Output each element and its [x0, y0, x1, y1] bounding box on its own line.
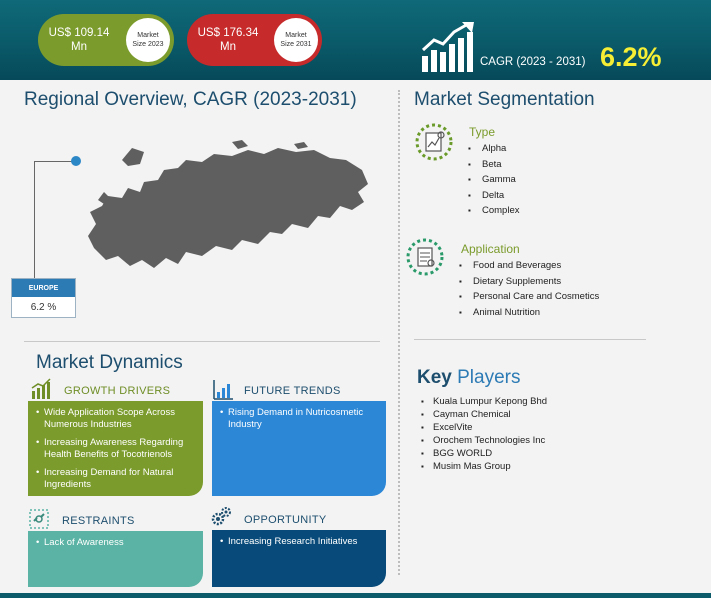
key-players-title-rest: Players	[451, 367, 521, 388]
market-size-2023-amount: US$ 109.14	[48, 27, 110, 39]
segmentation-divider	[414, 339, 646, 340]
segment-application-list: Food and Beverages Dietary Supplements P…	[459, 258, 599, 320]
market-size-2031-value: US$ 176.34 Mn	[187, 26, 269, 54]
list-item: ExcelVite	[421, 421, 547, 434]
list-item: Wide Application Scope Across Numerous I…	[36, 407, 195, 430]
opportunity-heading: OPPORTUNITY	[244, 514, 327, 526]
bar-growth-icon	[31, 378, 51, 399]
header-banner: US$ 109.14 Mn Market Size 2023 US$ 176.3…	[0, 0, 711, 80]
list-item: Alpha	[468, 141, 520, 157]
market-size-2023-label-line2: Size 2023	[132, 41, 164, 48]
market-segmentation-title: Market Segmentation	[414, 89, 595, 110]
market-size-2031-pill: US$ 176.34 Mn Market Size 2031	[187, 14, 322, 66]
segment-application-heading: Application	[461, 242, 520, 256]
list-item: Musim Mas Group	[421, 460, 547, 473]
segment-type-heading: Type	[469, 125, 496, 139]
region-leader-line-vertical	[34, 161, 35, 278]
list-item: Complex	[468, 203, 520, 219]
list-item: Increasing Awareness Regarding Health Be…	[36, 437, 195, 460]
region-marker-dot	[71, 156, 81, 166]
list-item: BGG WORLD	[421, 447, 547, 460]
list-item: Dietary Supplements	[459, 274, 599, 290]
market-dynamics-title: Market Dynamics	[36, 352, 183, 373]
growth-drivers-card: Wide Application Scope Across Numerous I…	[28, 401, 203, 496]
market-size-2023-unit: Mn	[71, 41, 87, 53]
regional-overview-title: Regional Overview, CAGR (2023-2031)	[24, 89, 357, 110]
restraints-card: Lack of Awareness	[28, 531, 203, 587]
list-item: Increasing Research Initiatives	[220, 536, 378, 548]
list-item: Cayman Chemical	[421, 408, 547, 421]
list-item: Food and Beverages	[459, 258, 599, 274]
region-cagr-value: 6.2 %	[30, 302, 57, 313]
cagr-label: CAGR (2023 - 2031)	[480, 56, 586, 68]
market-size-2023-label-line1: Market	[137, 32, 159, 39]
list-item: Animal Nutrition	[459, 305, 599, 321]
market-size-2031-label-line2: Size 2031	[280, 41, 312, 48]
growth-drivers-heading: GROWTH DRIVERS	[64, 385, 171, 397]
list-item: Lack of Awareness	[36, 537, 195, 549]
list-item: Gamma	[468, 172, 520, 188]
key-players-title-key: Key	[417, 367, 452, 388]
trend-chart-icon	[213, 380, 233, 400]
list-item: Delta	[468, 188, 520, 204]
application-document-icon	[406, 238, 444, 276]
segment-type-list: Alpha Beta Gamma Delta Complex	[468, 141, 520, 219]
column-divider	[398, 90, 400, 575]
market-size-2031-label: Market Size 2031	[274, 18, 318, 62]
europe-map	[88, 140, 368, 268]
market-size-2031-unit: Mn	[220, 41, 236, 53]
market-size-2023-pill: US$ 109.14 Mn Market Size 2023	[38, 14, 174, 66]
cagr-value: 6.2%	[600, 42, 662, 72]
footer-bar	[0, 593, 711, 598]
list-item: Beta	[468, 157, 520, 173]
region-leader-line-horizontal	[34, 161, 74, 162]
market-size-2031-amount: US$ 176.34	[197, 27, 259, 39]
region-callout-europe: EUROPE 6.2 %	[11, 278, 76, 318]
list-item: Personal Care and Cosmetics	[459, 289, 599, 305]
growth-chart-icon	[421, 22, 474, 72]
key-players-list: Kuala Lumpur Kepong Bhd Cayman Chemical …	[421, 395, 547, 473]
market-size-2023-value: US$ 109.14 Mn	[38, 26, 120, 54]
market-size-2023-label: Market Size 2023	[126, 18, 170, 62]
market-size-2031-label-line1: Market	[285, 32, 307, 39]
opportunity-card: Increasing Research Initiatives	[212, 530, 386, 587]
broken-link-icon	[29, 509, 49, 529]
list-item: Rising Demand in Nutricosmetic Industry	[220, 407, 378, 430]
chart-document-icon	[415, 123, 453, 161]
future-trends-card: Rising Demand in Nutricosmetic Industry	[212, 401, 386, 496]
restraints-heading: RESTRAINTS	[62, 515, 135, 527]
list-item: Increasing Demand for Natural Ingredient…	[36, 467, 195, 490]
list-item: Orochem Technologies Inc	[421, 434, 547, 447]
region-name: EUROPE	[12, 279, 75, 297]
future-trends-heading: FUTURE TRENDS	[244, 385, 341, 397]
list-item: Kuala Lumpur Kepong Bhd	[421, 395, 547, 408]
dynamics-divider	[24, 341, 380, 342]
key-players-title: Key Players	[417, 367, 521, 389]
gears-icon	[211, 507, 231, 526]
